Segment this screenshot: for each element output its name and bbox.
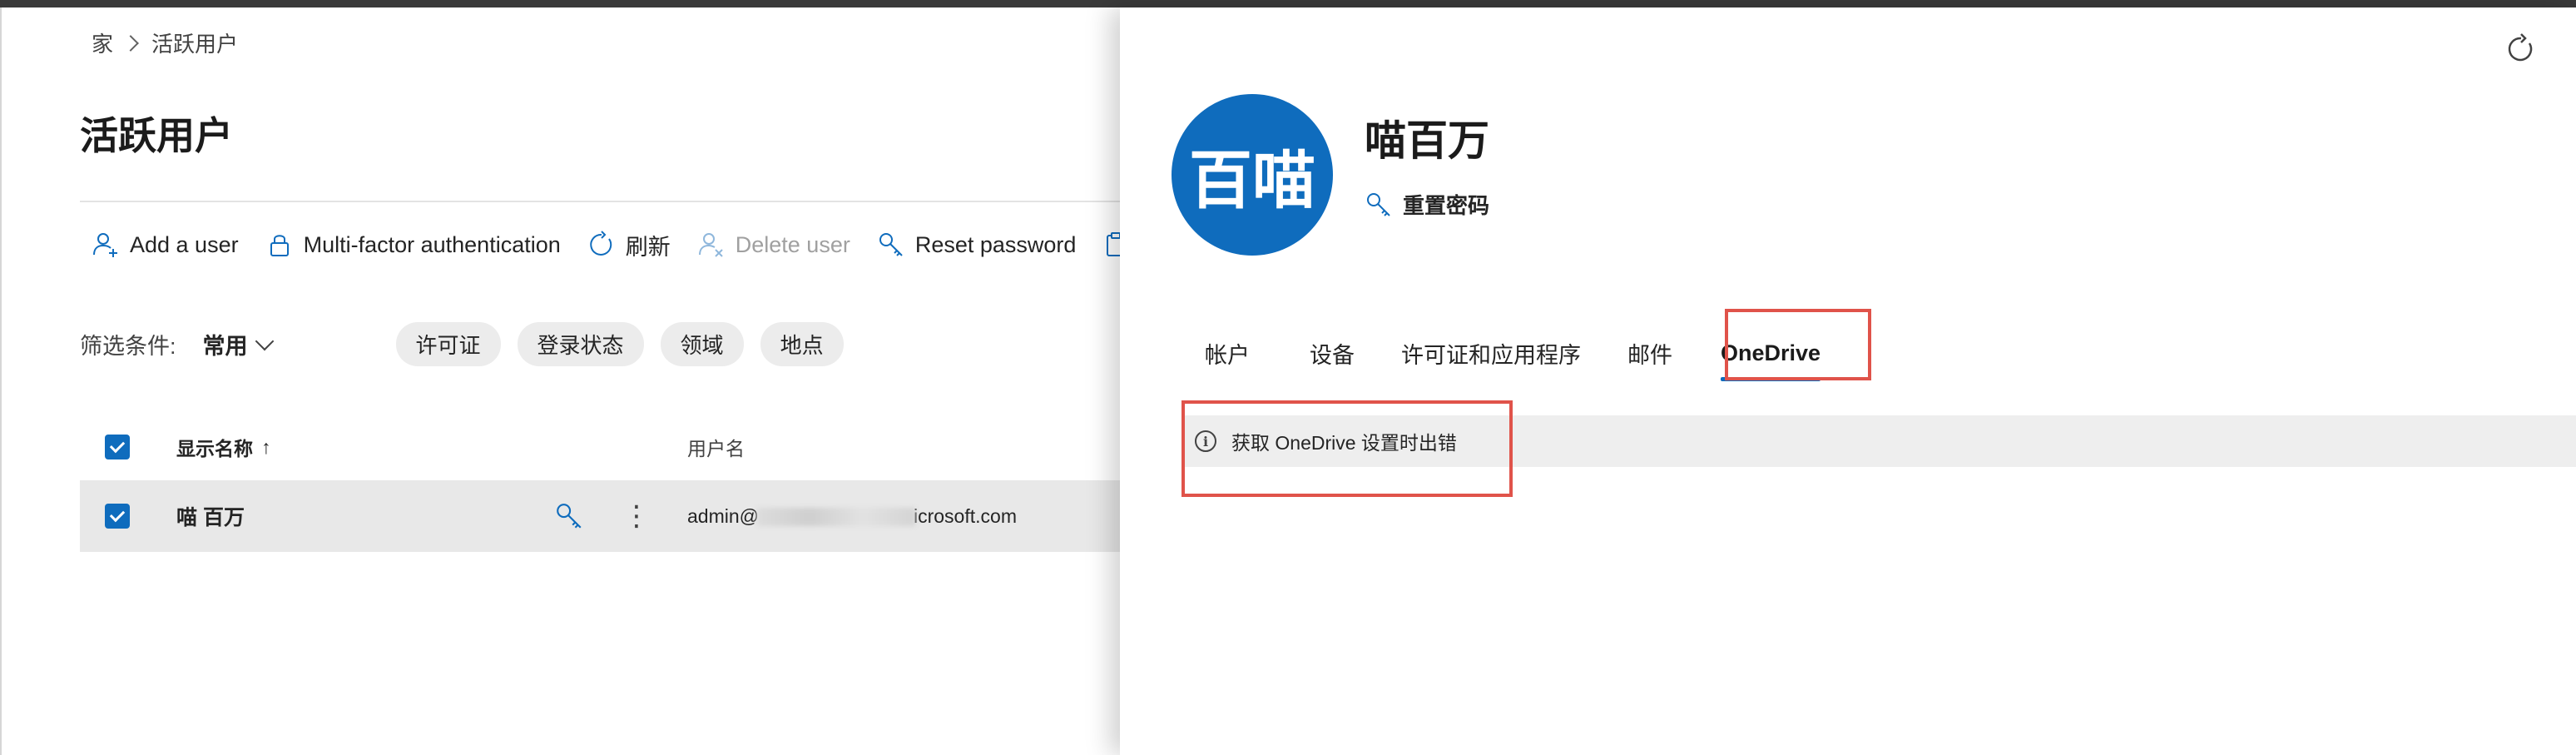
add-user-button[interactable]: Add a user	[92, 231, 239, 259]
row-display-name[interactable]: 喵 百万	[176, 501, 245, 531]
sort-arrow-icon: ↑	[261, 435, 271, 458]
more-vertical-icon[interactable]: ⋮	[622, 499, 651, 533]
active-users-page: 家 活跃用户 活跃用户 Add a user Multi-factor auth…	[0, 7, 1126, 755]
add-user-label: Add a user	[130, 231, 239, 257]
breadcrumb-home[interactable]: 家	[92, 27, 113, 58]
filter-pill-signin-status[interactable]: 登录状态	[517, 322, 644, 366]
annotation-highlight-tab	[1725, 309, 1871, 380]
filter-bar: 筛选条件: 常用 许可证 登录状态 领域 地点	[80, 322, 860, 366]
table-row[interactable]: 喵 百万 ⋮ admin@ icrosoft.com	[80, 480, 1122, 552]
table-header: 显示名称 ↑ 用户名	[80, 422, 1122, 472]
avatar: 百喵	[1172, 94, 1333, 256]
row-username: admin@ icrosoft.com	[687, 505, 1017, 528]
delete-user-button[interactable]: Delete user	[697, 231, 850, 259]
breadcrumb-current[interactable]: 活跃用户	[151, 27, 238, 58]
annotation-highlight-message	[1181, 400, 1513, 497]
column-display-name[interactable]: 显示名称 ↑	[176, 433, 271, 461]
filter-pill-license[interactable]: 许可证	[395, 322, 501, 366]
page-title: 活跃用户	[80, 114, 233, 157]
tab-mail[interactable]: 邮件	[1627, 329, 1672, 378]
key-icon	[1367, 192, 1390, 216]
user-details-panel: 百喵 喵百万 重置密码 帐户 设备 许可证和应用程序 邮件 OneDrive i…	[1120, 7, 2576, 755]
lock-icon	[270, 235, 289, 256]
chevron-right-icon	[122, 34, 139, 52]
filter-label: 筛选条件:	[80, 334, 176, 359]
reset-password-button[interactable]: Reset password	[877, 231, 1077, 259]
key-icon	[879, 233, 903, 256]
column-display-name-label: 显示名称	[176, 438, 253, 459]
tab-account[interactable]: 帐户	[1205, 329, 1250, 378]
filter-dropdown[interactable]: 常用	[203, 328, 248, 360]
window-top-bar	[0, 0, 2576, 7]
refresh-icon	[589, 231, 612, 256]
tab-devices[interactable]: 设备	[1310, 329, 1355, 378]
toolbar: Add a user Multi-factor authentication 刷…	[92, 226, 1157, 264]
chevron-down-icon[interactable]	[255, 331, 274, 350]
select-all-checkbox[interactable]	[105, 435, 130, 459]
person-add-icon	[93, 233, 117, 257]
user-display-name: 喵百万	[1365, 117, 1489, 164]
refresh-label: 刷新	[625, 234, 671, 260]
mfa-button[interactable]: Multi-factor authentication	[265, 231, 561, 259]
column-username[interactable]: 用户名	[687, 433, 745, 461]
filter-pill-location[interactable]: 地点	[760, 322, 844, 366]
username-prefix: admin@	[687, 504, 759, 527]
row-checkbox[interactable]	[105, 504, 130, 529]
mfa-label: Multi-factor authentication	[303, 231, 561, 257]
delete-user-label: Delete user	[735, 231, 850, 257]
person-delete-icon	[698, 233, 723, 257]
filter-pill-domain[interactable]: 领域	[660, 322, 744, 366]
username-suffix: icrosoft.com	[914, 504, 1017, 527]
refresh-button[interactable]: 刷新	[587, 229, 671, 261]
tab-licenses-apps[interactable]: 许可证和应用程序	[1401, 329, 1581, 378]
reset-password-label: Reset password	[914, 231, 1077, 257]
divider	[80, 201, 1122, 202]
breadcrumb: 家 活跃用户	[92, 27, 238, 58]
reset-password-link[interactable]: 重置密码	[1365, 189, 1489, 220]
redacted-blur	[757, 508, 915, 527]
key-icon[interactable]	[554, 501, 584, 531]
reset-password-label: 重置密码	[1403, 193, 1490, 218]
refresh-icon[interactable]	[2504, 32, 2538, 66]
